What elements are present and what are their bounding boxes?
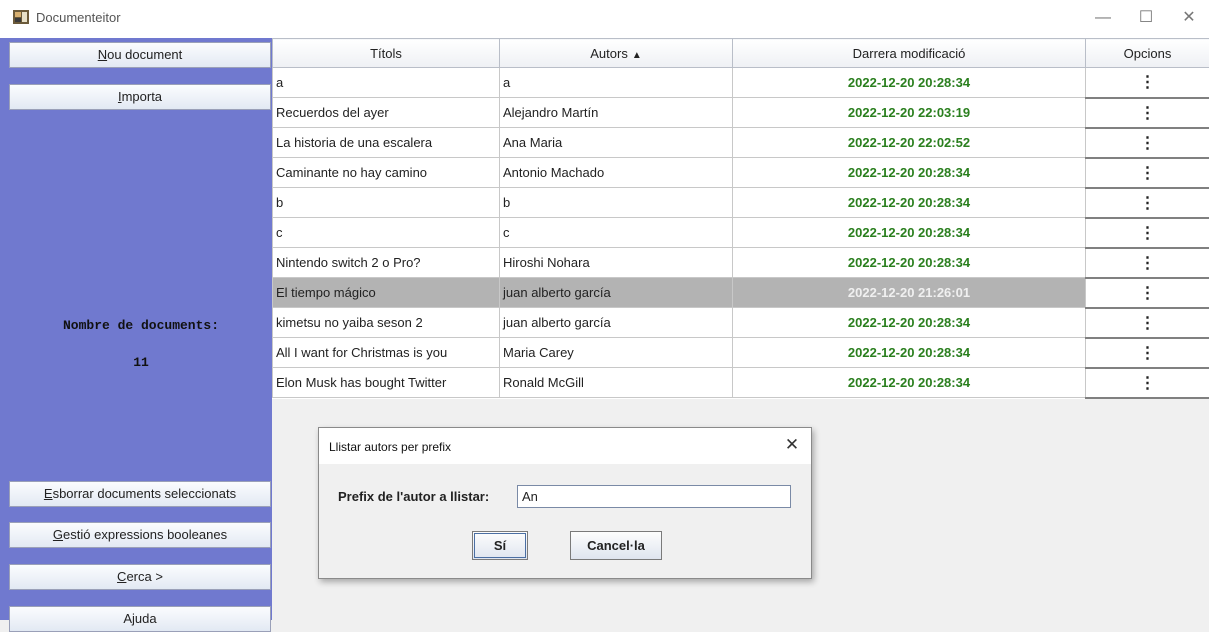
modified-cell[interactable]: 2022-12-20 20:28:34 xyxy=(733,158,1086,188)
options-menu-icon[interactable]: ⋮ xyxy=(1086,218,1209,248)
button-label: Ajuda xyxy=(123,611,156,626)
title-bar: Documenteitor — ☐ ✕ xyxy=(0,0,1209,38)
ok-button[interactable]: Sí xyxy=(472,531,528,560)
table-row[interactable]: a a 2022-12-20 20:28:34 ⋮ xyxy=(273,68,1209,98)
title-cell[interactable]: Nintendo switch 2 o Pro? xyxy=(273,248,500,278)
modified-cell[interactable]: 2022-12-20 20:28:34 xyxy=(733,368,1086,398)
table-row[interactable]: Caminante no hay camino Antonio Machado … xyxy=(273,158,1209,188)
table-row[interactable]: All I want for Christmas is you Maria Ca… xyxy=(273,338,1209,368)
author-cell[interactable]: Hiroshi Nohara xyxy=(500,248,733,278)
app-icon xyxy=(12,9,30,25)
table-row[interactable]: Nintendo switch 2 o Pro? Hiroshi Nohara … xyxy=(273,248,1209,278)
author-cell[interactable]: a xyxy=(500,68,733,98)
close-window-button[interactable]: ✕ xyxy=(1174,6,1204,30)
dialog-title: Llistar autors per prefix xyxy=(329,440,451,454)
title-cell[interactable]: La historia de una escalera xyxy=(273,128,500,158)
button-label: mporta xyxy=(122,89,162,104)
author-cell[interactable]: Ronald McGill xyxy=(500,368,733,398)
documents-table: Títols Autors▲ Darrera modificació Opcio… xyxy=(272,38,1209,399)
options-menu-icon[interactable]: ⋮ xyxy=(1086,368,1209,398)
help-button[interactable]: Ajuda xyxy=(9,606,271,632)
sidebar: Nou document Importa Nombre de documents… xyxy=(0,38,272,620)
author-cell[interactable]: b xyxy=(500,188,733,218)
dialog-title-bar: Llistar autors per prefix ✕ xyxy=(319,428,811,464)
options-menu-icon[interactable]: ⋮ xyxy=(1086,128,1209,158)
options-menu-icon[interactable]: ⋮ xyxy=(1086,308,1209,338)
delete-selected-button[interactable]: Esborrar documents seleccionats xyxy=(9,481,271,507)
author-cell[interactable]: Antonio Machado xyxy=(500,158,733,188)
author-cell[interactable]: juan alberto garcía xyxy=(500,278,733,308)
options-menu-icon[interactable]: ⋮ xyxy=(1086,248,1209,278)
window-title: Documenteitor xyxy=(36,10,121,25)
table-row[interactable]: Recuerdos del ayer Alejandro Martín 2022… xyxy=(273,98,1209,128)
modified-cell[interactable]: 2022-12-20 22:03:19 xyxy=(733,98,1086,128)
title-cell[interactable]: c xyxy=(273,218,500,248)
title-cell[interactable]: a xyxy=(273,68,500,98)
prefix-input[interactable] xyxy=(517,485,791,508)
author-cell[interactable]: Alejandro Martín xyxy=(500,98,733,128)
table-row[interactable]: La historia de una escalera Ana Maria 20… xyxy=(273,128,1209,158)
table-row[interactable]: b b 2022-12-20 20:28:34 ⋮ xyxy=(273,188,1209,218)
options-menu-icon[interactable]: ⋮ xyxy=(1086,98,1209,128)
author-cell[interactable]: Ana Maria xyxy=(500,128,733,158)
modified-cell[interactable]: 2022-12-20 20:28:34 xyxy=(733,248,1086,278)
title-cell[interactable]: Elon Musk has bought Twitter xyxy=(273,368,500,398)
column-header-titles[interactable]: Títols xyxy=(273,39,500,68)
import-button[interactable]: Importa xyxy=(9,84,271,110)
column-header-authors[interactable]: Autors▲ xyxy=(500,39,733,68)
modified-cell[interactable]: 2022-12-20 21:26:01 xyxy=(733,278,1086,308)
modified-cell[interactable]: 2022-12-20 20:28:34 xyxy=(733,218,1086,248)
new-document-button[interactable]: Nou document xyxy=(9,42,271,68)
author-cell[interactable]: c xyxy=(500,218,733,248)
title-cell[interactable]: Recuerdos del ayer xyxy=(273,98,500,128)
cancel-button[interactable]: Cancel·la xyxy=(570,531,662,560)
title-cell[interactable]: kimetsu no yaiba seson 2 xyxy=(273,308,500,338)
document-count-value: 11 xyxy=(0,355,282,370)
button-label: sborrar documents seleccionats xyxy=(53,486,237,501)
title-cell[interactable]: All I want for Christmas is you xyxy=(273,338,500,368)
options-menu-icon[interactable]: ⋮ xyxy=(1086,158,1209,188)
mnemonic: N xyxy=(98,47,107,62)
button-label: estió expressions booleanes xyxy=(63,527,227,542)
boolean-expressions-button[interactable]: Gestió expressions booleanes xyxy=(9,522,271,548)
table-row[interactable]: kimetsu no yaiba seson 2 juan alberto ga… xyxy=(273,308,1209,338)
options-menu-icon[interactable]: ⋮ xyxy=(1086,278,1209,308)
sort-ascending-icon: ▲ xyxy=(632,50,642,61)
table-row[interactable]: Elon Musk has bought Twitter Ronald McGi… xyxy=(273,368,1209,398)
column-header-modified[interactable]: Darrera modificació xyxy=(733,39,1086,68)
table-row-selected[interactable]: El tiempo mágico juan alberto garcía 202… xyxy=(273,278,1209,308)
modified-cell[interactable]: 2022-12-20 20:28:34 xyxy=(733,188,1086,218)
options-menu-icon[interactable]: ⋮ xyxy=(1086,68,1209,98)
mnemonic: G xyxy=(53,527,63,542)
column-header-options[interactable]: Opcions xyxy=(1086,39,1209,68)
document-count-label: Nombre de documents: xyxy=(0,318,282,333)
modified-cell[interactable]: 2022-12-20 20:28:34 xyxy=(733,308,1086,338)
modified-cell[interactable]: 2022-12-20 20:28:34 xyxy=(733,338,1086,368)
minimize-button[interactable]: — xyxy=(1088,6,1118,30)
mnemonic: E xyxy=(44,486,53,501)
button-label: erca > xyxy=(126,569,163,584)
author-prefix-dialog: Llistar autors per prefix ✕ Prefix de l'… xyxy=(318,427,812,579)
modified-cell[interactable]: 2022-12-20 20:28:34 xyxy=(733,68,1086,98)
button-label: ou document xyxy=(107,47,182,62)
table-row[interactable]: c c 2022-12-20 20:28:34 ⋮ xyxy=(273,218,1209,248)
maximize-button[interactable]: ☐ xyxy=(1131,6,1161,30)
title-cell[interactable]: Caminante no hay camino xyxy=(273,158,500,188)
title-cell[interactable]: b xyxy=(273,188,500,218)
table-header-row: Títols Autors▲ Darrera modificació Opcio… xyxy=(273,39,1209,68)
close-icon[interactable]: ✕ xyxy=(781,434,803,456)
prefix-label: Prefix de l'autor a llistar: xyxy=(338,489,489,504)
search-button[interactable]: Cerca > xyxy=(9,564,271,590)
modified-cell[interactable]: 2022-12-20 22:02:52 xyxy=(733,128,1086,158)
author-cell[interactable]: juan alberto garcía xyxy=(500,308,733,338)
author-cell[interactable]: Maria Carey xyxy=(500,338,733,368)
title-cell[interactable]: El tiempo mágico xyxy=(273,278,500,308)
options-menu-icon[interactable]: ⋮ xyxy=(1086,338,1209,368)
options-menu-icon[interactable]: ⋮ xyxy=(1086,188,1209,218)
